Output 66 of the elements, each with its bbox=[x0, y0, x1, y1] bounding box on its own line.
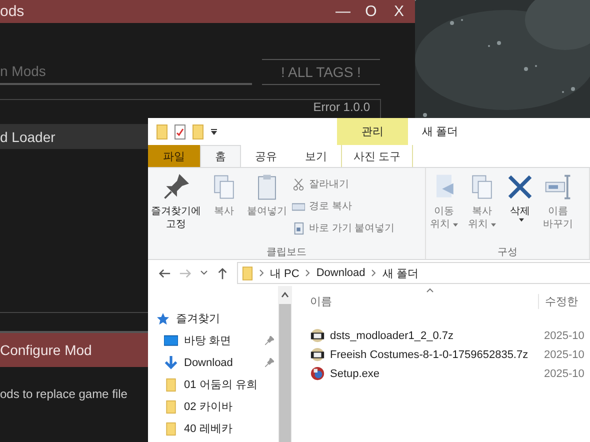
caret-down-icon bbox=[519, 218, 524, 222]
tags-button[interactable]: ! ALL TAGS ! bbox=[262, 59, 380, 85]
pin-icon bbox=[265, 336, 274, 345]
folder-icon bbox=[164, 400, 178, 414]
window-title: 새 폴더 bbox=[421, 125, 458, 140]
nav-item[interactable]: 01 어둠의 유희 bbox=[184, 377, 278, 392]
folder-icon bbox=[242, 266, 253, 280]
ribbon-tab[interactable]: 홈 bbox=[200, 145, 241, 167]
search-field[interactable]: n Mods bbox=[0, 63, 252, 85]
context-tab-header: 관리 bbox=[337, 118, 408, 145]
column-header[interactable]: 수정한 bbox=[538, 294, 578, 308]
nav-item[interactable]: 바탕 화면 bbox=[184, 333, 259, 348]
desktop-icon bbox=[164, 334, 178, 348]
mod-description: ods to replace game file bbox=[0, 387, 128, 401]
ribbon-button[interactable]: 즐겨찾기에 고정 bbox=[148, 172, 204, 245]
caret-down-icon bbox=[453, 222, 458, 226]
ribbon-tab[interactable]: 사진 도구 bbox=[341, 145, 413, 167]
file-date: 2025-10 bbox=[544, 348, 586, 360]
chevron-right-icon[interactable] bbox=[259, 269, 264, 277]
archive-icon bbox=[310, 347, 325, 362]
shortcut-icon bbox=[292, 222, 305, 234]
document-check-icon[interactable] bbox=[174, 124, 186, 140]
file-name[interactable]: Setup.exe bbox=[330, 368, 544, 380]
window-control-button[interactable]: O bbox=[361, 3, 381, 20]
ribbon-button[interactable]: 삭제 bbox=[502, 172, 538, 245]
breadcrumb-item[interactable]: Download bbox=[316, 267, 366, 279]
breadcrumb-item[interactable]: 새 폴더 bbox=[382, 266, 418, 280]
window-control-button[interactable]: — bbox=[333, 3, 353, 20]
scrollbar[interactable] bbox=[278, 286, 292, 442]
scissors-icon bbox=[292, 178, 305, 190]
back-arrow-icon[interactable] bbox=[158, 266, 171, 280]
nav-item[interactable]: Download bbox=[184, 356, 259, 368]
pin-icon bbox=[265, 358, 274, 367]
dropdown-icon[interactable] bbox=[210, 128, 218, 136]
file-name[interactable]: Freeish Costumes-8-1-0-1759652835.7z bbox=[330, 348, 544, 360]
window-control-button[interactable]: X bbox=[389, 3, 409, 20]
sort-caret-icon bbox=[426, 288, 434, 293]
archive-icon bbox=[310, 328, 325, 343]
download-arrow-icon bbox=[164, 356, 178, 370]
ribbon-group-label: 구성 bbox=[496, 246, 518, 259]
nav-item[interactable]: 40 레베카 bbox=[184, 421, 278, 436]
caret-down-icon bbox=[491, 222, 496, 226]
chevron-right-icon[interactable] bbox=[305, 269, 310, 277]
file-date: 2025-10 bbox=[544, 330, 586, 342]
breadcrumb-item[interactable]: 내 PC bbox=[270, 266, 300, 280]
nav-item[interactable]: 즐겨찾기 bbox=[176, 311, 278, 326]
chevron-down-icon[interactable] bbox=[200, 269, 208, 277]
up-arrow-icon[interactable] bbox=[216, 266, 229, 280]
folder-icon bbox=[164, 422, 178, 436]
file-date: 2025-10 bbox=[544, 368, 586, 380]
scrollbar-thumb[interactable] bbox=[279, 304, 291, 442]
ribbon-group-label: 클립보드 bbox=[266, 246, 308, 259]
window-title: ods bbox=[0, 3, 24, 20]
configure-mod-button[interactable]: Configure Mod bbox=[0, 331, 148, 367]
column-header[interactable]: 이름 bbox=[310, 294, 538, 308]
nav-item[interactable]: 02 카이바 bbox=[184, 399, 278, 414]
file-name[interactable]: dsts_modloader1_2_0.7z bbox=[330, 330, 544, 342]
mod-status: Error 1.0.0 bbox=[313, 100, 370, 114]
scroll-up-icon[interactable] bbox=[281, 292, 289, 298]
chevron-right-icon[interactable] bbox=[371, 269, 376, 277]
star-icon bbox=[156, 312, 170, 326]
folder-icon bbox=[164, 378, 178, 392]
rename-icon bbox=[543, 172, 573, 202]
address-bar[interactable]: 내 PC Download 새 폴더 bbox=[237, 262, 590, 284]
ribbon-tab[interactable]: 파일 bbox=[148, 145, 200, 167]
setup-icon bbox=[310, 366, 325, 381]
